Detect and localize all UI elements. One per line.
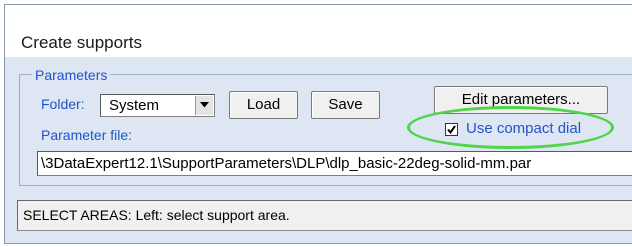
dialog-title: Create supports — [21, 33, 142, 52]
folder-select-value: System — [109, 97, 160, 114]
chevron-down-icon — [200, 102, 209, 108]
parameters-legend: Parameters — [32, 67, 111, 83]
folder-select[interactable]: System — [100, 94, 215, 117]
load-button[interactable]: Load — [229, 91, 298, 119]
folder-select-dropdown-button[interactable] — [195, 96, 213, 115]
save-button[interactable]: Save — [311, 91, 380, 119]
parameter-file-value: \3DataExpert12.1\SupportParameters\DLP\d… — [41, 155, 532, 172]
folder-label: Folder: — [41, 96, 85, 112]
highlight-annotation — [407, 106, 614, 149]
status-text: SELECT AREAS: Left: select support area. — [23, 207, 290, 223]
parameter-file-field[interactable]: \3DataExpert12.1\SupportParameters\DLP\d… — [37, 151, 632, 176]
status-bar: SELECT AREAS: Left: select support area. — [17, 200, 632, 231]
title-bar: Create supports — [5, 5, 632, 57]
parameter-file-label: Parameter file: — [41, 127, 133, 143]
